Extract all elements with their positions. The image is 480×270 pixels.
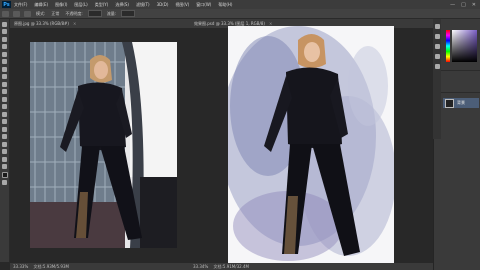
close-tab-icon[interactable]: × <box>73 21 76 26</box>
quick-mask-icon[interactable] <box>2 180 7 185</box>
original-photo-image <box>30 42 177 248</box>
brush-panel-icon[interactable] <box>24 10 31 17</box>
original-photo <box>30 42 177 248</box>
options-bar: 模式: 正常 不透明度: 流量: <box>0 9 480 19</box>
dodge-tool-icon[interactable] <box>2 119 7 124</box>
left-status-bar: 33.33% 文档:5.93M/5.93M <box>10 263 191 270</box>
layer-thumbnail <box>445 98 454 108</box>
menu-window[interactable]: 窗口(W) <box>196 2 211 8</box>
layer-name: 背景 <box>457 100 465 105</box>
opacity-label: 不透明度: <box>65 10 83 16</box>
path-select-tool-icon[interactable] <box>2 141 7 147</box>
left-document-title: 原图.jpg @ 33.3% (RGB/8#) <box>14 21 69 26</box>
hue-slider[interactable] <box>446 30 450 62</box>
type-tool-icon[interactable] <box>2 134 7 139</box>
lasso-tool-icon[interactable] <box>2 36 7 42</box>
mode-value[interactable]: 正常 <box>51 11 59 17</box>
gradient-tool-icon[interactable] <box>2 104 7 109</box>
brush-panel-icon[interactable] <box>434 44 440 49</box>
clone-stamp-tool-icon[interactable] <box>2 81 7 87</box>
menu-type[interactable]: 类型(Y) <box>95 2 109 8</box>
zoom-tool-icon[interactable] <box>2 164 7 169</box>
eyedropper-tool-icon[interactable] <box>2 59 7 64</box>
menu-3d[interactable]: 3D(D) <box>157 2 169 7</box>
menu-bar: Ps 文件(F) 编辑(E) 图像(I) 图层(L) 类型(Y) 选择(S) 滤… <box>0 0 480 9</box>
layer-row-selected[interactable]: 背景 <box>443 98 479 108</box>
paragraph-panel-icon[interactable] <box>434 64 440 69</box>
history-panel-icon[interactable] <box>434 24 440 29</box>
move-tool-icon[interactable] <box>2 21 7 27</box>
history-brush-tool-icon[interactable] <box>2 89 7 94</box>
blur-tool-icon[interactable] <box>2 111 7 117</box>
left-document-tab[interactable]: 原图.jpg @ 33.3% (RGB/8#) × <box>10 19 192 28</box>
panel-icon-strip <box>433 19 441 139</box>
healing-brush-tool-icon[interactable] <box>2 66 7 72</box>
left-zoom-level[interactable]: 33.33% <box>13 264 28 269</box>
menu-image[interactable]: 图像(I) <box>55 2 67 8</box>
quick-select-tool-icon[interactable] <box>2 44 7 49</box>
shape-tool-icon[interactable] <box>2 149 7 154</box>
character-panel-icon[interactable] <box>434 54 440 59</box>
edited-photo <box>228 26 394 263</box>
close-button[interactable]: ✕ <box>472 2 476 8</box>
menu-edit[interactable]: 编辑(E) <box>34 2 48 8</box>
menu-select[interactable]: 选择(S) <box>115 2 129 8</box>
menu-layer[interactable]: 图层(L) <box>74 2 87 8</box>
brush-tool-icon[interactable] <box>2 10 9 17</box>
menu-view[interactable]: 视图(V) <box>175 2 189 8</box>
flow-field[interactable] <box>121 10 136 17</box>
opacity-field[interactable] <box>87 10 102 17</box>
photoshop-logo: Ps <box>2 1 11 8</box>
hand-tool-icon[interactable] <box>2 156 7 162</box>
brush-preset-icon[interactable] <box>13 10 20 17</box>
color-picker[interactable] <box>452 30 477 62</box>
crop-tool-icon[interactable] <box>2 51 7 57</box>
panel-divider <box>441 70 480 71</box>
menu-file[interactable]: 文件(F) <box>14 2 27 8</box>
pen-tool-icon[interactable] <box>2 126 7 132</box>
panel-divider <box>441 92 480 93</box>
window-controls: — □ ✕ <box>450 2 476 8</box>
properties-panel-icon[interactable] <box>434 34 440 39</box>
eraser-tool-icon[interactable] <box>2 96 7 102</box>
tools-panel <box>0 19 10 262</box>
mode-label: 模式: <box>36 10 46 16</box>
marquee-tool-icon[interactable] <box>2 29 7 34</box>
menu-help[interactable]: 帮助(H) <box>218 2 232 8</box>
menu-filter[interactable]: 滤镜(T) <box>136 2 150 8</box>
flow-label: 流量: <box>106 10 117 16</box>
right-status-bar: 33.34% 文档:5.91M/32.4M <box>190 263 436 270</box>
brush-tool-icon[interactable] <box>2 74 7 79</box>
foreground-color-swatch[interactable] <box>1 171 8 178</box>
minimize-button[interactable]: — <box>450 2 455 8</box>
right-zoom-level[interactable]: 33.34% <box>193 264 208 269</box>
maximize-button[interactable]: □ <box>461 2 466 8</box>
right-doc-size: 文档:5.91M/32.4M <box>213 264 249 269</box>
edited-photo-image <box>228 26 394 263</box>
left-doc-size: 文档:5.93M/5.93M <box>33 264 69 269</box>
